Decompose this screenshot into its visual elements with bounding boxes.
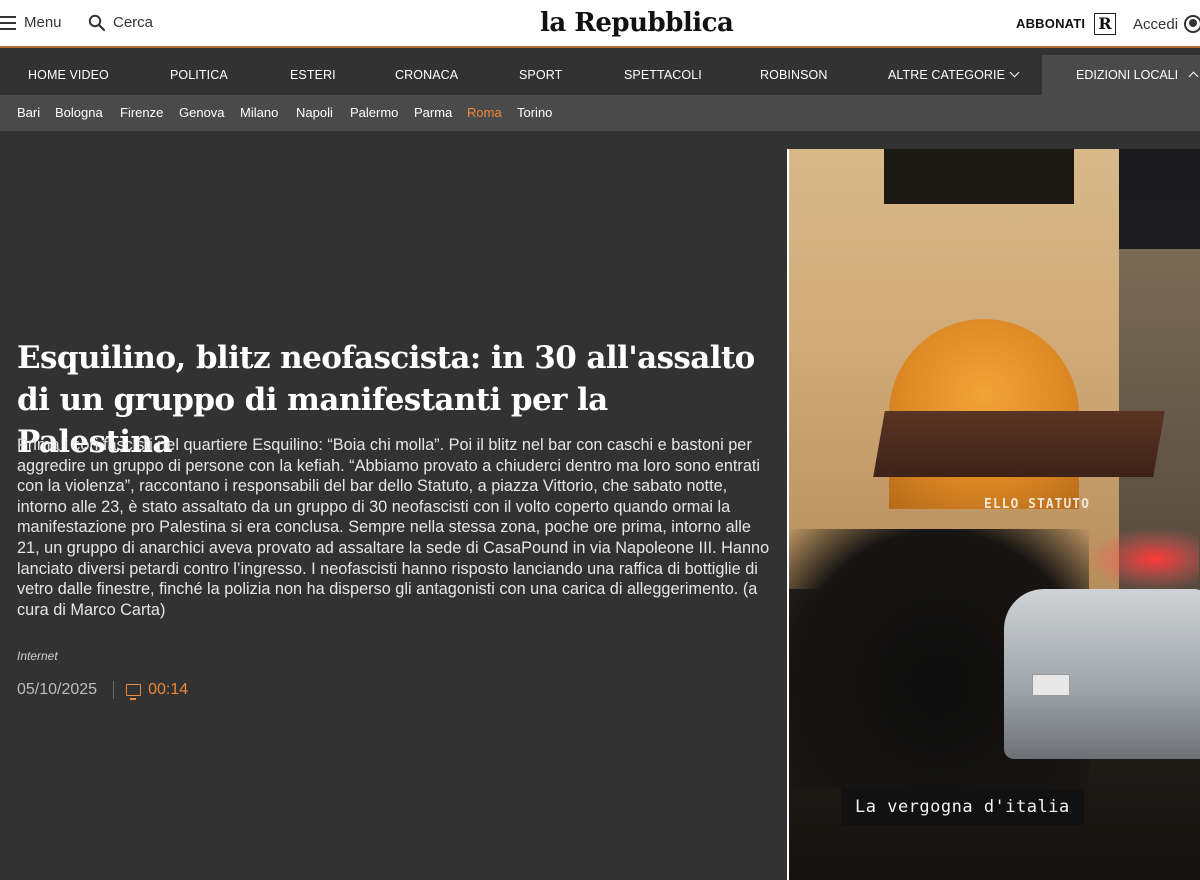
search-icon (88, 14, 105, 31)
city-link-bari[interactable]: Bari (17, 95, 40, 131)
city-link-genova[interactable]: Genova (179, 95, 225, 131)
edizioni-locali-label: EDIZIONI LOCALI (1076, 68, 1179, 82)
nav-item-spettacoli[interactable]: SPETTACOLI (624, 55, 702, 95)
site-header: Menu Cerca la Repubblica ABBONATI R Acce… (0, 0, 1200, 48)
video-caption: La vergogna d'italia (841, 789, 1084, 825)
video-icon (126, 684, 142, 700)
video-window (884, 149, 1074, 204)
nav-item-altre-categorie[interactable]: ALTRE CATEGORIE (888, 55, 1020, 95)
nav-item-cronaca[interactable]: CRONACA (395, 55, 458, 95)
city-link-firenze[interactable]: Firenze (120, 95, 163, 131)
menu-label: Menu (24, 14, 62, 31)
video-player[interactable]: ELLO STATUTO La vergogna d'italia (787, 149, 1200, 880)
nav-item-sport[interactable]: SPORT (519, 55, 562, 95)
repubblica-r-icon[interactable]: R (1094, 13, 1116, 35)
city-link-palermo[interactable]: Palermo (350, 95, 398, 131)
article-source: Internet (17, 649, 58, 663)
nav-item-politica[interactable]: POLITICA (170, 55, 228, 95)
video-duration: 00:14 (148, 681, 189, 698)
chevron-up-icon (1188, 71, 1199, 82)
user-icon (1184, 15, 1200, 33)
city-link-bologna[interactable]: Bologna (55, 95, 103, 131)
city-link-milano[interactable]: Milano (240, 95, 278, 131)
video-awning (873, 411, 1165, 477)
meta-divider (113, 681, 115, 699)
video-license-plate (1032, 674, 1070, 696)
publish-date: 05/10/2025 (17, 681, 98, 698)
altre-categorie-label: ALTRE CATEGORIE (888, 68, 1006, 82)
main-nav: HOME VIDEO POLITICA ESTERI CRONACA SPORT… (0, 55, 1200, 95)
menu-button[interactable]: Menu (0, 14, 62, 31)
local-editions-nav: Bari Bologna Firenze Genova Milano Napol… (0, 95, 1200, 131)
city-link-roma[interactable]: Roma (467, 95, 502, 131)
hamburger-icon (0, 15, 16, 30)
city-link-torino[interactable]: Torino (517, 95, 552, 131)
search-label: Cerca (113, 14, 154, 31)
nav-item-robinson[interactable]: ROBINSON (760, 55, 827, 95)
nav-item-esteri[interactable]: ESTERI (290, 55, 336, 95)
article-summary: Prima i cori fascisti nel quartiere Esqu… (17, 436, 770, 619)
login-label: Accedi (1133, 15, 1179, 33)
city-link-parma[interactable]: Parma (414, 95, 452, 131)
login-button[interactable]: Accedi (1133, 15, 1200, 33)
site-logo[interactable]: la Repubblica (540, 8, 734, 38)
search-button[interactable]: Cerca (88, 14, 153, 31)
video-bar-sign: ELLO STATUTO (984, 497, 1090, 512)
chevron-down-icon (1009, 67, 1020, 78)
video-article: Esquilino, blitz neofascista: in 30 all'… (0, 131, 1200, 880)
nav-item-home-video[interactable]: HOME VIDEO (28, 55, 109, 95)
article-meta: 05/10/2025 00:14 (17, 679, 188, 701)
edizioni-locali-button[interactable]: EDIZIONI LOCALI (1042, 55, 1200, 95)
video-lights (1089, 529, 1199, 589)
city-link-napoli[interactable]: Napoli (296, 95, 333, 131)
subscribe-link[interactable]: ABBONATI (1016, 16, 1085, 31)
